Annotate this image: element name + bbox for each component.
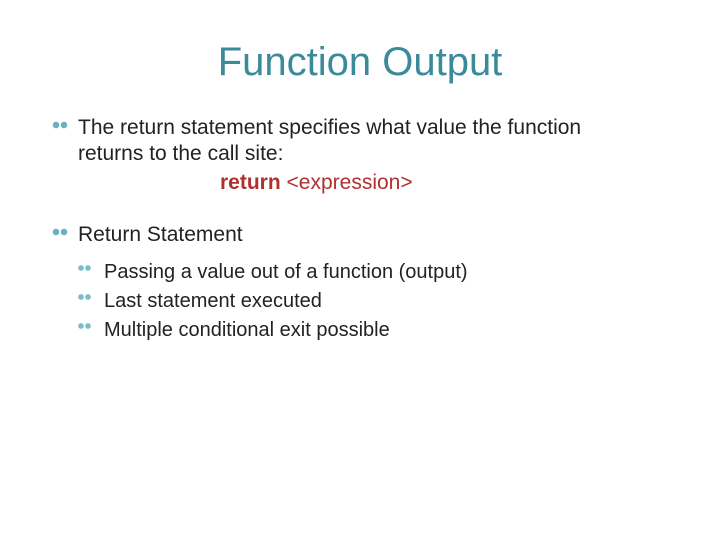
text-line-1: The return statement specifies what valu… xyxy=(78,116,581,139)
text-line-2: returns to the call site: xyxy=(78,142,283,165)
bullet-return-description: The return statement specifies what valu… xyxy=(50,115,670,168)
code-example: return <expression> xyxy=(50,170,670,196)
slide-title: Function Output xyxy=(50,40,670,85)
subbullet-multiple-exit: Multiple conditional exit possible xyxy=(76,316,670,345)
subbullet-last-statement: Last statement executed xyxy=(76,287,670,316)
bullet-return-statement: Return Statement xyxy=(50,222,670,248)
slide: Function Output The return statement spe… xyxy=(0,0,720,540)
subbullet-passing-value: Passing a value out of a function (outpu… xyxy=(76,258,670,287)
expression-placeholder: <expression> xyxy=(287,171,413,194)
keyword-return: return xyxy=(220,171,281,194)
